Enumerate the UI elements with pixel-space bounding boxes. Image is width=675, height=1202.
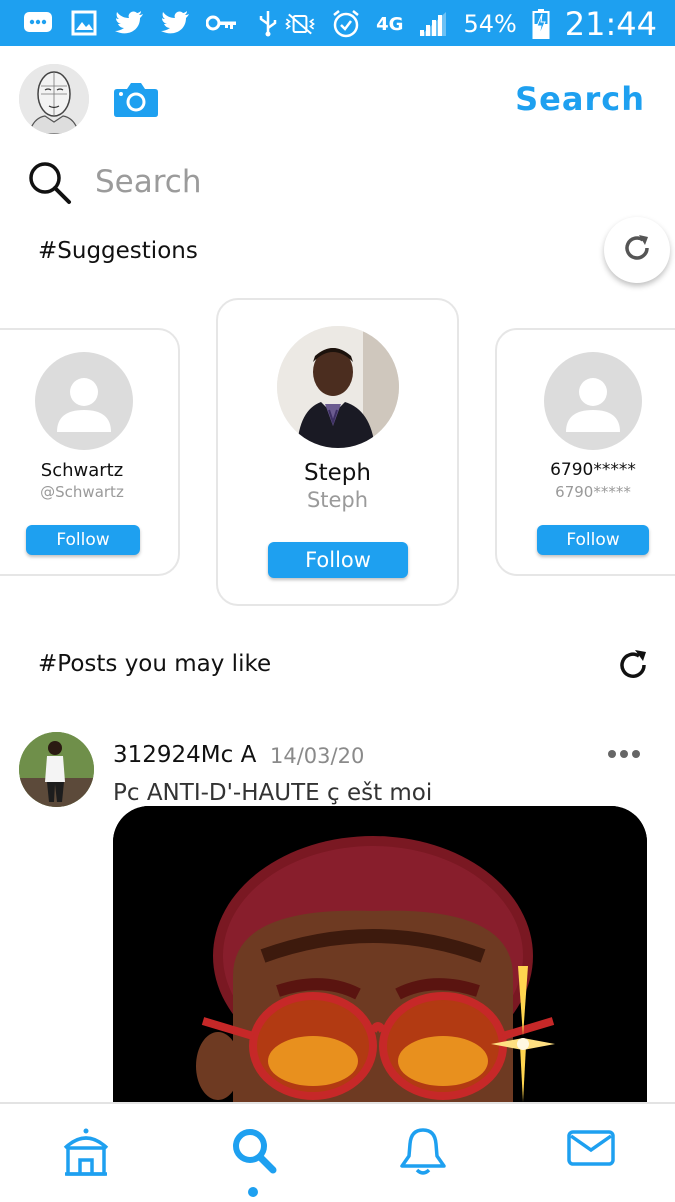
suggestion-card[interactable]: 6790***** 6790***** Follow	[495, 328, 675, 576]
post-date: 14/03/20	[270, 744, 365, 768]
suggestion-name: Steph	[304, 460, 371, 486]
bottom-navigation	[0, 1102, 675, 1202]
suggestion-card[interactable]: Steph Steph Follow	[216, 298, 459, 606]
status-time: 21:44	[564, 5, 657, 43]
message-icon	[22, 9, 54, 37]
search-icon	[27, 160, 73, 206]
post-text: Pc ANTI-D'-HAUTE ç ešt moi	[113, 780, 433, 806]
network-type-label: 4G	[376, 13, 404, 35]
battery-charging-icon	[531, 9, 551, 39]
follow-button[interactable]: Follow	[26, 525, 140, 555]
twitter-icon	[160, 9, 192, 37]
search-link[interactable]: Search	[515, 80, 645, 118]
post-author-avatar[interactable]	[19, 732, 94, 807]
suggestion-name: 6790*****	[550, 460, 636, 480]
follow-button[interactable]: Follow	[268, 542, 408, 578]
suggestions-title: #Suggestions	[38, 238, 198, 264]
bell-icon	[398, 1128, 448, 1182]
default-avatar-icon	[544, 352, 642, 450]
nav-home[interactable]	[61, 1126, 113, 1178]
suggestion-name: Schwartz	[40, 460, 124, 481]
post-username[interactable]: 312924Mc A	[113, 742, 256, 768]
home-icon	[61, 1128, 111, 1182]
active-tab-indicator	[248, 1187, 258, 1197]
suggestion-handle: 6790*****	[555, 483, 631, 501]
suggestion-handle: @Schwartz	[40, 483, 124, 501]
refresh-icon	[616, 650, 650, 686]
suggestion-card[interactable]: Schwartz @Schwartz Follow	[0, 328, 180, 576]
usb-icon	[252, 9, 284, 37]
key-icon	[206, 9, 238, 37]
alarm-icon	[330, 10, 362, 38]
profile-avatar[interactable]	[19, 64, 89, 134]
search-input[interactable]	[95, 160, 635, 204]
camera-icon[interactable]	[113, 80, 159, 118]
suggestion-handle: Steph	[306, 488, 369, 512]
gallery-icon	[68, 9, 100, 37]
search-bar	[27, 156, 647, 208]
mail-icon	[566, 1130, 616, 1176]
nav-messages[interactable]	[566, 1126, 618, 1178]
status-bar: 4G 54% 21:44	[0, 0, 675, 46]
more-options-icon[interactable]	[606, 742, 642, 766]
vibrate-icon	[284, 10, 316, 38]
nav-search[interactable]	[229, 1126, 281, 1178]
refresh-icon	[621, 232, 653, 269]
nav-notifications[interactable]	[398, 1126, 450, 1178]
battery-percent: 54%	[463, 10, 517, 38]
post-image[interactable]	[113, 806, 647, 1102]
search-icon	[229, 1129, 279, 1180]
twitter-icon	[114, 9, 146, 37]
refresh-posts-button[interactable]	[616, 648, 652, 684]
default-avatar-icon	[35, 352, 133, 450]
signal-icon	[417, 10, 449, 38]
follow-button[interactable]: Follow	[537, 525, 649, 555]
refresh-suggestions-button[interactable]	[604, 217, 670, 283]
suggestion-avatar	[277, 326, 399, 448]
posts-title: #Posts you may like	[38, 651, 272, 677]
